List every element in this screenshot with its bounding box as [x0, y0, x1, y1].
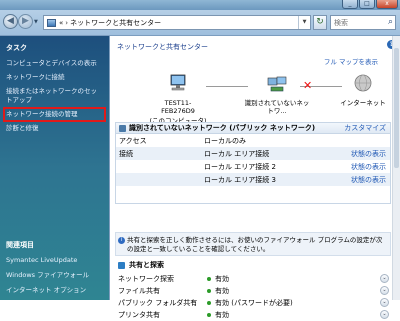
task-diagnose-repair[interactable]: 診断と修復 [6, 124, 103, 133]
forward-button[interactable]: ▶ [18, 14, 33, 29]
scrollbar-thumb[interactable] [394, 48, 399, 168]
status-on-icon [207, 277, 211, 281]
setting-label: プリンタ共有 [118, 311, 160, 319]
connection-row: ローカル エリア接続 3 状態の表示 [116, 173, 390, 186]
connection-name: ローカル エリア接続 3 [204, 175, 276, 184]
internet-node[interactable]: インターネット [328, 73, 398, 107]
view-status-link[interactable]: 状態の表示 [351, 175, 386, 185]
related-liveupdate[interactable]: Symantec LiveUpdate [6, 256, 89, 265]
address-bar[interactable]: « › ネットワークと共有センター ▼ [43, 15, 311, 30]
setting-label: ファイル共有 [118, 287, 160, 295]
sharing-icon [118, 261, 125, 269]
minimize-button[interactable]: _ [342, 0, 358, 9]
setting-value: 有効 [215, 287, 229, 295]
navigation-bar: ◀ ▶ ▼ « › ネットワークと共有センター ▼ ↻ 検索 ⌕ [0, 10, 400, 36]
unknown-network-label: 識別されていないネットワ... [244, 99, 310, 115]
window-titlebar: _ □ x [0, 0, 400, 10]
search-input[interactable]: 検索 ⌕ [330, 15, 396, 30]
computer-name: TEST11-FEB276D9 [161, 99, 195, 115]
connection-label: 接続 [119, 149, 133, 158]
full-map-link[interactable]: フル マップを表示 [324, 56, 378, 66]
refresh-button[interactable]: ↻ [313, 15, 327, 30]
status-on-icon [207, 301, 211, 305]
address-path[interactable]: ネットワークと共有センター [70, 18, 161, 28]
map-link-line [206, 86, 248, 87]
setting-label: ネットワーク探索 [118, 275, 174, 283]
address-root[interactable]: « [59, 19, 63, 27]
sharing-header: 共有と探索 [115, 259, 391, 271]
network-header: 識別されていないネットワーク (パブリック ネットワーク) カスタマイズ [116, 123, 390, 134]
access-value: ローカルのみ [204, 136, 246, 145]
page-title: ネットワークと共有センター [117, 43, 208, 51]
main-pane: ? ネットワークと共有センター フル マップを表示 TEST11-FEB276D… [109, 36, 400, 319]
back-button[interactable]: ◀ [3, 14, 18, 29]
network-details-box: 識別されていないネットワーク (パブリック ネットワーク) カスタマイズ アクセ… [115, 122, 391, 204]
status-on-icon [207, 289, 211, 293]
search-icon[interactable]: ⌕ [388, 17, 393, 27]
folder-icon [47, 18, 56, 27]
related-firewall[interactable]: Windows ファイアウォール [6, 271, 89, 280]
notice-text: 共有と探索を正しく動作させるには、お使いのファイアウォール プログラムの設定が次… [127, 236, 383, 253]
maximize-button[interactable]: □ [359, 0, 375, 9]
sharing-title: 共有と探索 [129, 261, 164, 269]
related-internet-options[interactable]: インターネット オプション [6, 286, 89, 295]
expand-icon[interactable]: ⌄ [380, 274, 389, 283]
address-dropdown-icon[interactable]: ▼ [298, 16, 310, 29]
search-placeholder: 検索 [334, 18, 348, 27]
expand-icon[interactable]: ⌄ [380, 310, 389, 319]
sharing-row: ネットワーク探索 有効 ⌄ [115, 273, 391, 285]
connection-name: ローカル エリア接続 [204, 149, 270, 158]
setting-value: 有効 [215, 275, 229, 283]
connection-row: ローカル エリア接続 2 状態の表示 [116, 160, 390, 173]
chevron-right-icon[interactable]: › [65, 19, 68, 27]
status-on-icon [207, 313, 211, 317]
network-icon [267, 76, 287, 92]
vertical-scrollbar[interactable] [392, 36, 400, 300]
task-connect-network[interactable]: ネットワークに接続 [6, 73, 103, 82]
close-button[interactable]: x [376, 0, 398, 9]
disconnected-icon: ✕ [303, 79, 313, 92]
related-header: 関連項目 [6, 241, 34, 249]
expand-icon[interactable]: ⌄ [380, 298, 389, 307]
view-status-link[interactable]: 状態の表示 [351, 162, 386, 172]
task-pane: タスク コンピュータとデバイスの表示 ネットワークに接続 接続またはネットワーク… [0, 36, 109, 300]
globe-icon [354, 74, 372, 92]
view-status-link[interactable]: 状態の表示 [351, 149, 386, 159]
firewall-notice: i 共有と探索を正しく動作させるには、お使いのファイアウォール プログラムの設定… [115, 232, 391, 256]
task-manage-connections[interactable]: ネットワーク接続の管理 [3, 107, 106, 122]
access-row: アクセス ローカルのみ [116, 134, 390, 147]
unknown-network-node[interactable]: 識別されていないネットワ... [243, 73, 311, 115]
connection-row: 接続 ローカル エリア接続 状態の表示 [116, 147, 390, 160]
computer-node[interactable]: TEST11-FEB276D9 (このコンピュータ) [148, 73, 208, 125]
setting-value: 有効 [215, 311, 229, 319]
customize-link[interactable]: カスタマイズ [344, 123, 386, 133]
sharing-row: ファイル共有 有効 ⌄ [115, 285, 391, 297]
chevron-down-icon[interactable]: ▼ [34, 19, 38, 25]
connection-name: ローカル エリア接続 2 [204, 162, 276, 171]
computer-icon [170, 74, 186, 91]
sharing-row: プリンタ共有 有効 ⌄ [115, 309, 391, 321]
related-section: 関連項目 Symantec LiveUpdate Windows ファイアウォー… [6, 238, 89, 301]
task-view-devices[interactable]: コンピュータとデバイスの表示 [6, 59, 103, 68]
network-icon [119, 124, 126, 132]
task-header: タスク [6, 44, 27, 52]
info-icon: i [118, 237, 125, 244]
network-name: 識別されていないネットワーク (パブリック ネットワーク) [129, 124, 316, 132]
access-label: アクセス [119, 136, 147, 145]
task-setup-connection[interactable]: 接続またはネットワークのセットアップ [6, 87, 103, 105]
internet-label: インターネット [340, 99, 386, 107]
expand-icon[interactable]: ⌄ [380, 286, 389, 295]
sharing-row: パブリック フォルダ共有 有効 (パスワードが必要) ⌄ [115, 297, 391, 309]
